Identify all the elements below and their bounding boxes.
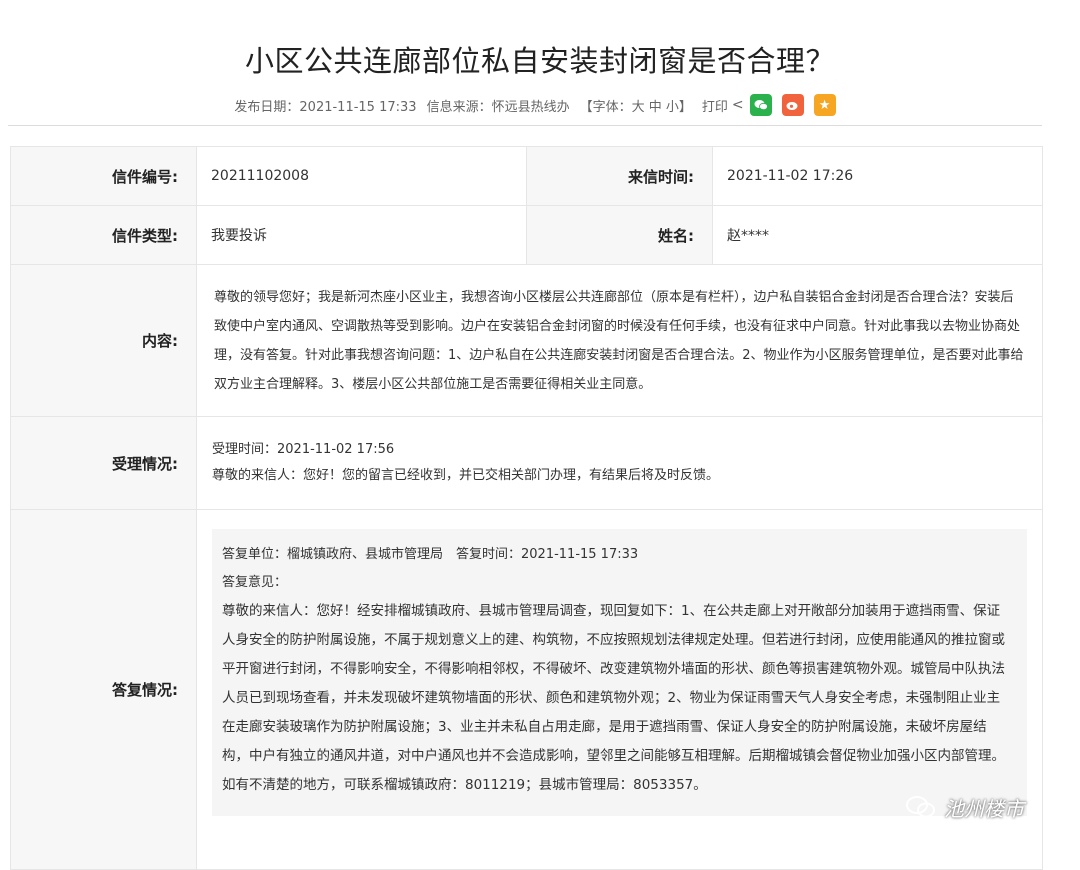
- wechat-icon[interactable]: [749, 94, 772, 116]
- letter-type-label: 信件类型:: [10, 205, 197, 265]
- table-row: 内容: 尊敬的领导您好；我是新河杰座小区业主，我想咨询小区楼层公共连廊部位（原本…: [10, 264, 1043, 417]
- publish-date: 发布日期：2021-11-15 17:33: [234, 99, 417, 115]
- wechat-watermark-icon: [906, 796, 935, 818]
- reply-unit: 答复单位：榴城镇政府、县城市管理局 答复时间：2021-11-15 17:33: [222, 547, 639, 562]
- reply-opinion-label: 答复意见：: [222, 575, 288, 590]
- reply-text: 尊敬的来信人：您好！经安排榴城镇政府、县城市管理局调查，现回复如下：1、在公共走…: [222, 603, 1005, 793]
- reply-box: 答复单位：榴城镇政府、县城市管理局 答复时间：2021-11-15 17:33 …: [212, 529, 1027, 816]
- letter-name-value: 赵****: [712, 205, 1043, 265]
- table-row: 信件编号: 20211102008 来信时间: 2021-11-02 17:26: [10, 146, 1043, 206]
- reply-label: 答复情况:: [10, 509, 197, 870]
- print-link[interactable]: 打印: [702, 96, 728, 115]
- accept-text: 尊敬的来信人：您好！您的留言已经收到，并已交相关部门办理，有结果后将及时反馈。: [212, 468, 720, 483]
- info-source: 信息来源：怀远县热线办: [426, 99, 570, 115]
- favorite-icon[interactable]: ★: [813, 94, 836, 116]
- content-cell: 尊敬的领导您好；我是新河杰座小区业主，我想咨询小区楼层公共连廊部位（原本是有栏杆…: [196, 264, 1043, 417]
- letter-name-label: 姓名:: [526, 205, 713, 265]
- font-size-switcher[interactable]: 【字体：大 中 小】: [580, 96, 692, 115]
- letter-time-label: 来信时间:: [526, 146, 713, 206]
- letter-time-value: 2021-11-02 17:26: [712, 146, 1043, 206]
- header-divider: [8, 125, 1042, 126]
- watermark-text: 池州楼市: [944, 796, 1024, 821]
- content-text: 尊敬的领导您好；我是新河杰座小区业主，我想咨询小区楼层公共连廊部位（原本是有栏杆…: [214, 289, 1024, 392]
- content-label: 内容:: [10, 264, 197, 417]
- letter-table: 信件编号: 20211102008 来信时间: 2021-11-02 17:26…: [10, 146, 1043, 870]
- watermark: 池州楼市: [906, 790, 1024, 824]
- table-row: 信件类型: 我要投诉 姓名: 赵****: [10, 205, 1043, 265]
- share-icon[interactable]: <: [732, 97, 744, 113]
- table-row: 答复情况: 答复单位：榴城镇政府、县城市管理局 答复时间：2021-11-15 …: [10, 509, 1043, 870]
- letter-number-value: 20211102008: [196, 146, 527, 206]
- accept-cell: 受理时间：2021-11-02 17:56 尊敬的来信人：您好！您的留言已经收到…: [196, 416, 1043, 510]
- letter-number-label: 信件编号:: [10, 146, 197, 206]
- accept-time: 受理时间：2021-11-02 17:56: [212, 442, 395, 457]
- letter-type-value: 我要投诉: [196, 205, 527, 265]
- table-row: 受理情况: 受理时间：2021-11-02 17:56 尊敬的来信人：您好！您的…: [10, 416, 1043, 510]
- accept-label: 受理情况:: [10, 416, 197, 510]
- page-title: 小区公共连廊部位私自安装封闭窗是否合理？: [244, 44, 835, 78]
- weibo-icon[interactable]: [781, 94, 804, 116]
- article-meta-bar: 发布日期：2021-11-15 17:33 信息来源：怀远县热线办 【字体：大 …: [0, 92, 1080, 118]
